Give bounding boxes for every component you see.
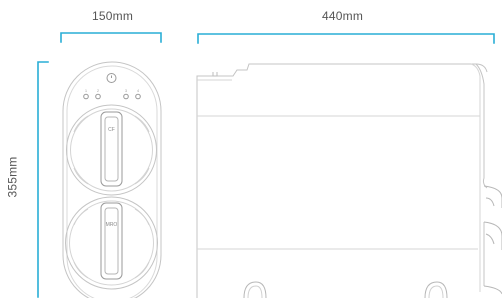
indicator-label-3: 3: [125, 89, 127, 93]
indicator-label-1: 1: [85, 89, 87, 93]
dimension-brackets: [37, 32, 495, 298]
side-foot-left: [243, 281, 267, 298]
indicator-label-4: 4: [137, 89, 139, 93]
height-bracket: [37, 61, 49, 298]
front-width-bracket: [60, 32, 162, 43]
front-view-labels: 1 2 3 4: [85, 89, 139, 93]
filter-handle-lower: [100, 202, 123, 280]
diagram-canvas: 150mm 440mm 355mm 1 2 3 4 CF MRO: [0, 0, 502, 298]
filter-caption-lower: MRO: [106, 222, 118, 228]
filter-dial-upper: [66, 104, 157, 196]
filter-handle-upper: [100, 111, 123, 187]
side-foot-right: [424, 281, 448, 298]
side-top-edge: [196, 63, 488, 298]
indicator-label-2: 2: [97, 89, 99, 93]
side-width-bracket: [197, 33, 495, 44]
filter-caption-upper: CF: [108, 127, 115, 133]
side-view: [196, 63, 502, 298]
filter-indicators: [83, 93, 141, 100]
diagram-svg: 1 2 3 4 CF MRO: [37, 32, 502, 298]
filter-captions: CF MRO: [106, 127, 118, 228]
filter-dial-lower: [65, 196, 158, 290]
front-view: [62, 61, 162, 298]
side-right-contour: [475, 63, 488, 286]
side-fittings: [483, 185, 502, 295]
